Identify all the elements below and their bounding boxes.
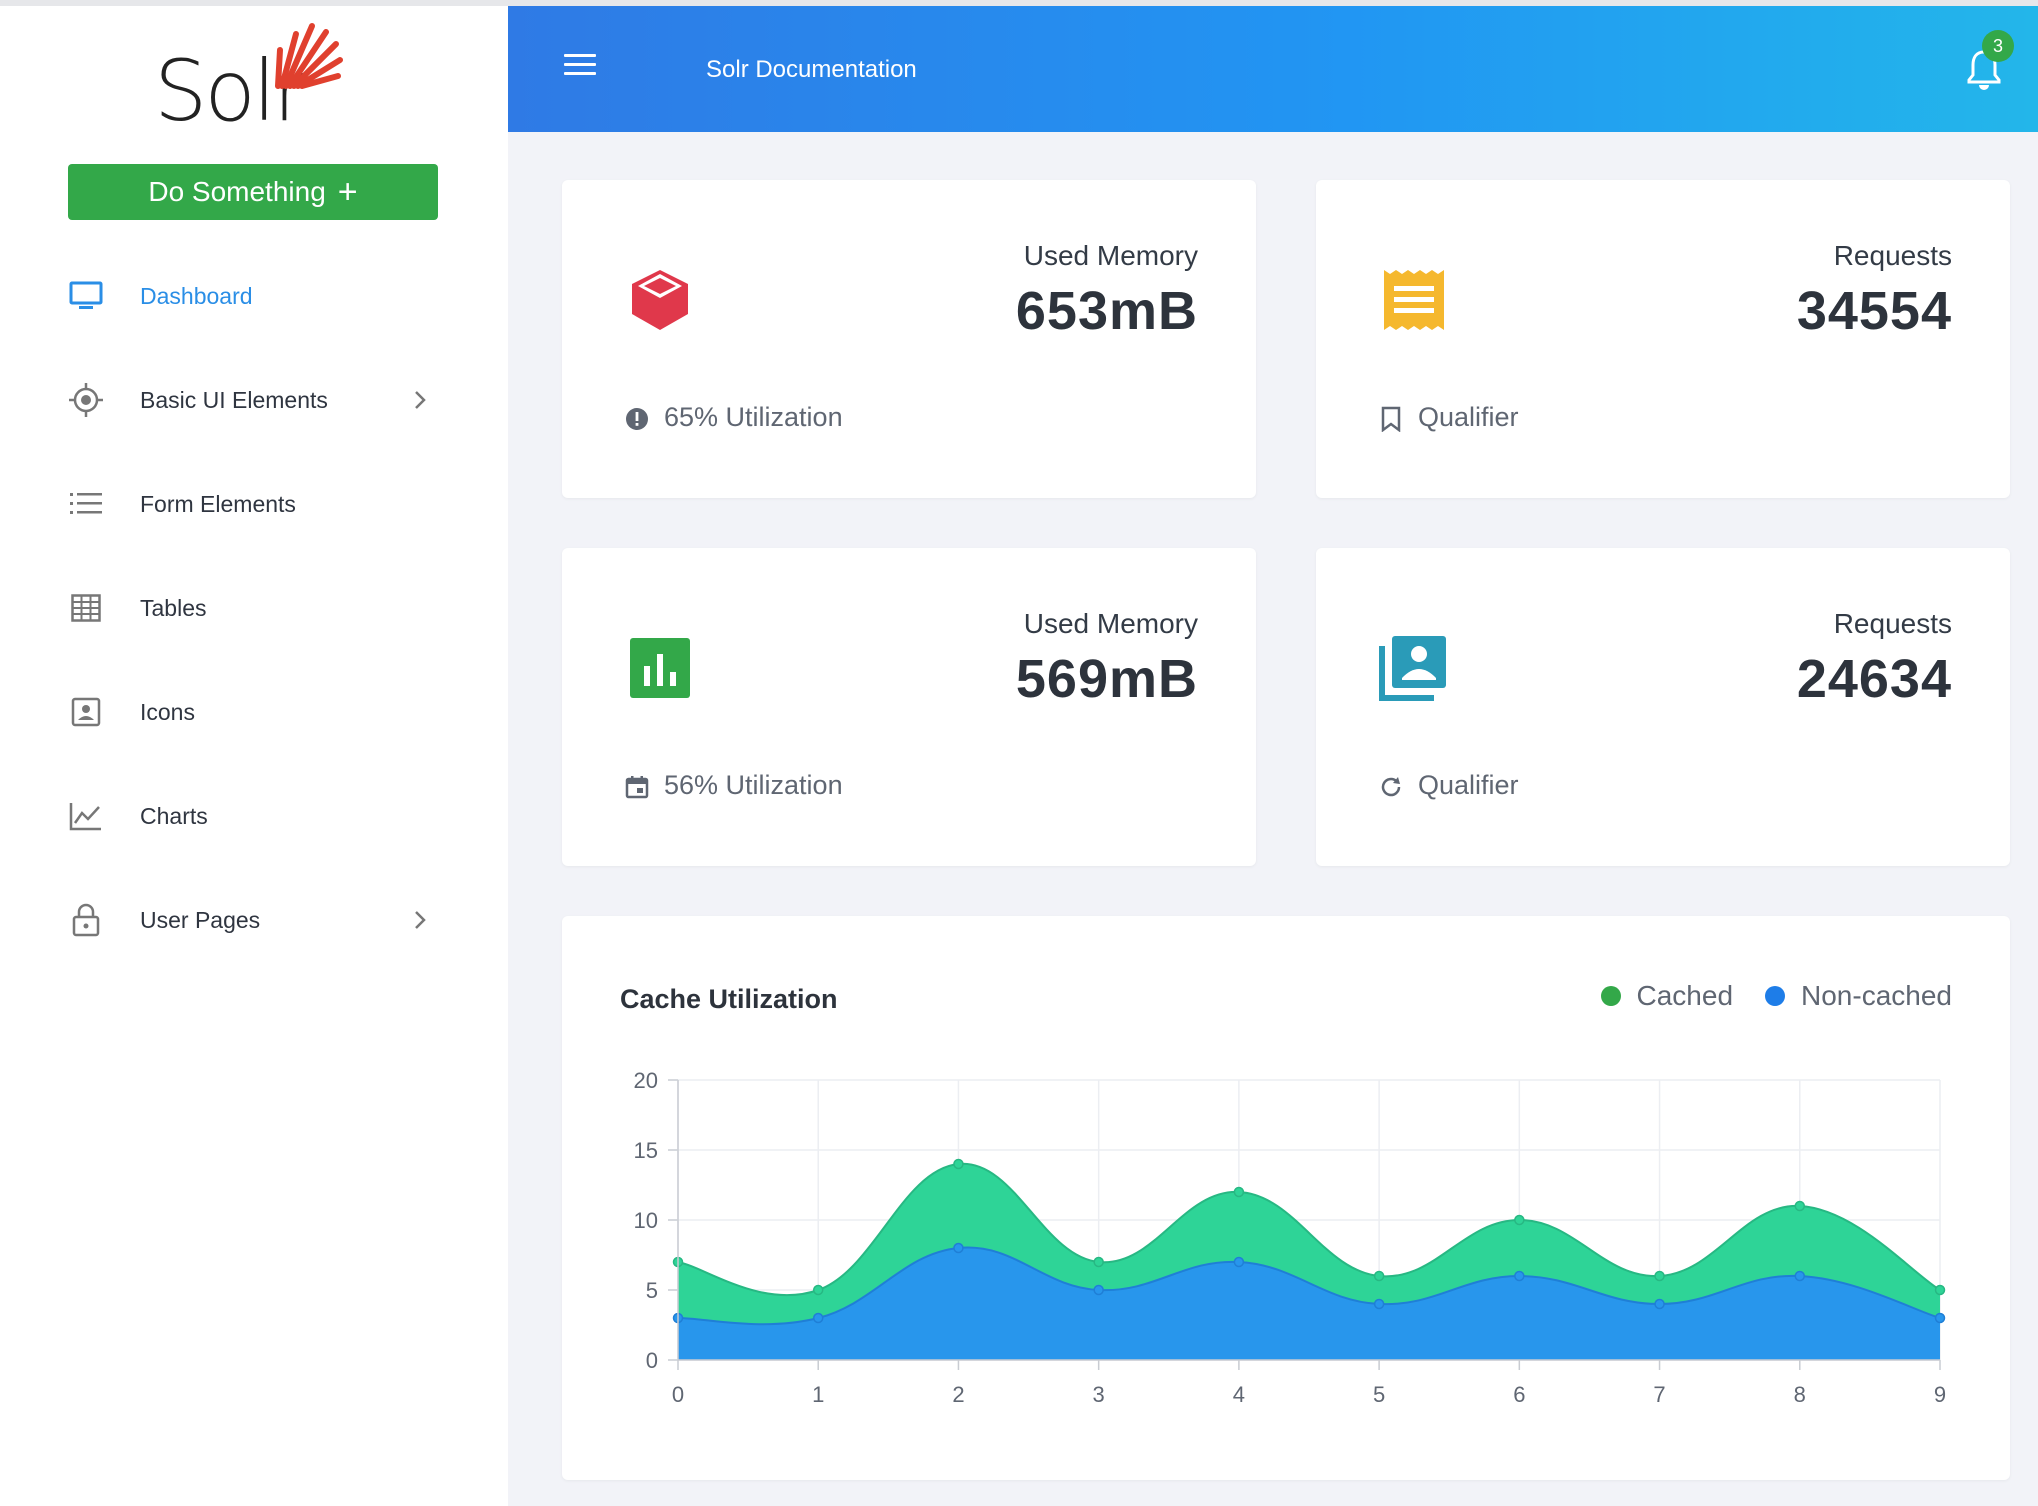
stat-label: Requests [1833, 240, 1952, 271]
monitor-icon [66, 276, 106, 316]
data-point-cached [812, 1284, 824, 1296]
sidebar-item-label: Basic UI Elements [140, 386, 328, 413]
bar-chart-icon [630, 638, 690, 698]
data-point-cached [1233, 1186, 1245, 1198]
hamburger-menu-icon[interactable] [564, 54, 596, 82]
stat-footer: 65% Utilization [664, 402, 843, 432]
portrait-icon [66, 692, 106, 732]
stat-card-used-memory-1: Used Memory 653mB 65% Utilization [562, 180, 1256, 498]
line-chart-icon [66, 796, 106, 836]
calendar-icon [622, 772, 652, 802]
bookmark-icon [1376, 404, 1406, 434]
data-point-cached [1514, 1214, 1525, 1226]
x-tick-label: 3 [1093, 1382, 1105, 1407]
stat-card-requests-2: Requests 24634 Qualifier [1316, 548, 2010, 866]
do-something-button[interactable]: Do Something + [68, 164, 438, 220]
x-tick-label: 6 [1513, 1382, 1525, 1407]
sidebar-item-label: Tables [140, 594, 207, 621]
sidebar: Solr Do Something + Dashboard Basic UI E… [0, 6, 508, 1506]
sidebar-item-form-elements[interactable]: Form Elements [0, 464, 508, 544]
stat-value: 569mB [1015, 649, 1198, 709]
sidebar-item-dashboard[interactable]: Dashboard [0, 256, 508, 336]
top-header: Solr Documentation 3 [508, 6, 2038, 132]
data-point-non-cached [1373, 1298, 1385, 1310]
x-tick-label: 2 [952, 1382, 964, 1407]
solr-sun-icon [275, 23, 343, 89]
sidebar-item-label: Dashboard [140, 282, 253, 309]
data-point-non-cached [1934, 1312, 1946, 1324]
crosshair-icon [66, 380, 106, 420]
stat-card-requests-1: Requests 34554 Qualifier [1316, 180, 2010, 498]
sidebar-item-basic-ui-elements[interactable]: Basic UI Elements [0, 360, 508, 440]
sidebar-item-label: Form Elements [140, 490, 296, 517]
data-point-cached [1934, 1284, 1946, 1296]
sidebar-item-user-pages[interactable]: User Pages [0, 880, 508, 960]
y-tick-label: 5 [646, 1278, 658, 1303]
data-point-cached [1794, 1200, 1806, 1212]
notification-count-badge: 3 [1982, 30, 2014, 62]
alert-circle-icon [622, 404, 652, 434]
data-point-cached [953, 1158, 964, 1170]
sidebar-item-icons[interactable]: Icons [0, 672, 508, 752]
x-tick-label: 5 [1373, 1382, 1385, 1407]
stat-value: 653mB [1015, 281, 1198, 341]
stat-label: Requests [1833, 608, 1952, 639]
header-title[interactable]: Solr Documentation [706, 56, 917, 84]
x-tick-label: 7 [1653, 1382, 1665, 1407]
plus-icon: + [337, 173, 358, 211]
data-point-non-cached [1654, 1298, 1665, 1310]
x-tick-label: 0 [672, 1382, 684, 1407]
solr-logo[interactable]: Solr [152, 20, 362, 140]
data-point-non-cached [953, 1242, 964, 1254]
stat-label: Used Memory [1023, 240, 1198, 271]
contacts-icon [1379, 636, 1446, 701]
x-tick-label: 9 [1934, 1382, 1946, 1407]
data-point-non-cached [812, 1312, 824, 1324]
stat-footer: Qualifier [1418, 402, 1519, 432]
data-point-cached [1654, 1270, 1665, 1282]
data-point-non-cached [1093, 1284, 1104, 1296]
y-tick-label: 20 [634, 1068, 658, 1093]
lock-icon [66, 900, 106, 940]
sidebar-item-label: Icons [140, 698, 195, 725]
stat-footer: 56% Utilization [664, 770, 843, 800]
stat-label: Used Memory [1023, 608, 1198, 639]
y-tick-label: 15 [634, 1138, 658, 1163]
sidebar-item-tables[interactable]: Tables [0, 568, 508, 648]
chevron-right-icon [415, 391, 426, 409]
x-tick-label: 1 [812, 1382, 824, 1407]
data-point-non-cached [1514, 1270, 1525, 1282]
sidebar-item-charts[interactable]: Charts [0, 776, 508, 856]
y-tick-label: 0 [646, 1348, 658, 1373]
stat-footer: Qualifier [1418, 770, 1519, 800]
data-point-non-cached [1233, 1256, 1245, 1268]
x-tick-label: 8 [1794, 1382, 1806, 1407]
stat-value: 24634 [1796, 649, 1952, 709]
cube-icon [632, 270, 688, 330]
cache-utilization-chart: 0 5 10 15 20 0 1 2 3 4 5 6 7 8 9 [634, 1068, 1947, 1407]
table-grid-icon [66, 588, 106, 628]
refresh-icon [1376, 772, 1406, 802]
sidebar-item-label: User Pages [140, 906, 261, 933]
x-tick-label: 4 [1233, 1382, 1245, 1407]
do-something-label: Do Something [148, 176, 326, 207]
data-point-non-cached [1794, 1270, 1806, 1282]
cache-utilization-card: Cache Utilization Cached Non-cached 0 5 10… [562, 916, 2010, 1480]
list-icon [66, 484, 106, 524]
stat-card-used-memory-2: Used Memory 569mB 56% Utilization [562, 548, 1256, 866]
chevron-right-icon [415, 911, 426, 929]
data-point-cached [1373, 1270, 1385, 1282]
receipt-icon [1384, 270, 1444, 330]
y-tick-label: 10 [634, 1208, 658, 1233]
data-point-cached [1093, 1256, 1104, 1268]
stat-value: 34554 [1796, 281, 1952, 341]
sidebar-item-label: Charts [140, 802, 208, 829]
